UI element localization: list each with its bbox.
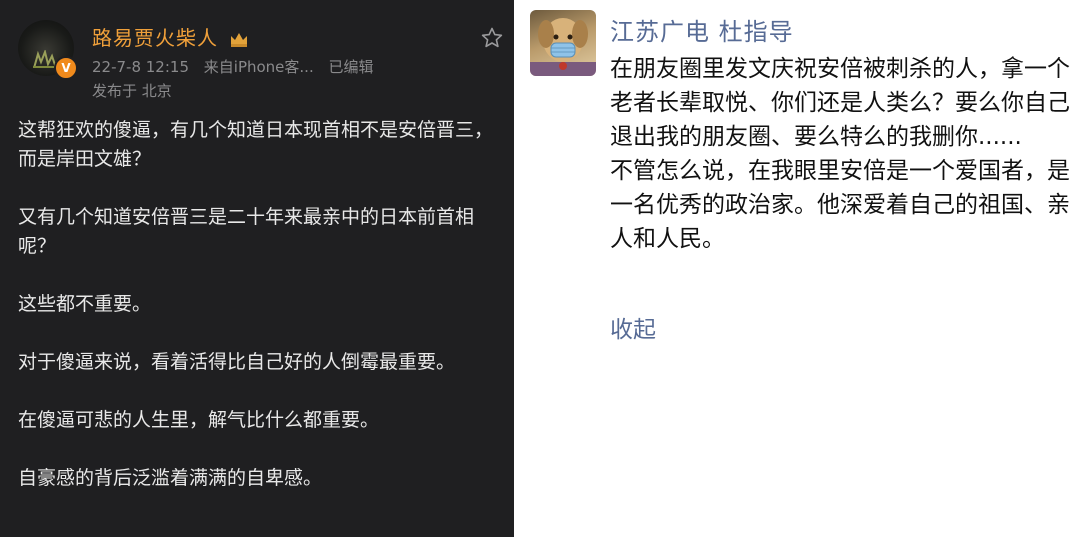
username-text[interactable]: 路易贾火柴人: [92, 26, 218, 50]
crown-icon: [231, 33, 248, 47]
post-paragraph: 在傻逼可悲的人生里，解气比什么都重要。: [18, 409, 380, 431]
moments-post: 江苏广电 杜指导 在朋友圈里发文庆祝安倍被刺杀的人，拿一个老者长辈取悦、你们还是…: [514, 0, 1080, 537]
post-paragraph: 这帮狂欢的傻逼，有几个知道日本现首相不是安倍晋三，而是岸田文雄？: [18, 119, 494, 170]
post-paragraph: 自豪感的背后泛滥着满满的自卑感。: [18, 467, 323, 489]
post-paragraph: 在朋友圈里发文庆祝安倍被刺杀的人，拿一个老者长辈取悦、你们还是人类么？要么你自己…: [610, 56, 1070, 150]
username[interactable]: 路易贾火柴人: [92, 22, 249, 51]
post-paragraph: 不管怎么说，在我眼里安倍是一个爱国者，是一名优秀的政治家。他深爱着自己的祖国、亲…: [610, 158, 1070, 252]
post-paragraph: 又有几个知道安倍晋三是二十年来最亲中的日本前首相呢？: [18, 206, 475, 257]
post-time: 22-7-8 12:15: [92, 58, 189, 76]
avatar[interactable]: [530, 10, 596, 76]
screenshot-composite: V 路易贾火柴人 22-7-8 12:15 来自iPhone客... 已编辑 发…: [0, 0, 1080, 537]
post-source: 来自iPhone客...: [203, 58, 314, 76]
collapse-link[interactable]: 收起: [610, 310, 656, 344]
post-paragraph: 这些都不重要。: [18, 293, 152, 315]
post-meta: 22-7-8 12:15 来自iPhone客... 已编辑: [92, 56, 384, 77]
username[interactable]: 江苏广电 杜指导: [610, 12, 794, 47]
post-location: 发布于 北京: [92, 82, 172, 100]
edited-label[interactable]: 已编辑: [329, 58, 374, 76]
dog-image: [530, 18, 596, 76]
weibo-post: V 路易贾火柴人 22-7-8 12:15 来自iPhone客... 已编辑 发…: [0, 0, 514, 537]
verified-icon: V: [54, 56, 78, 80]
post-content: 这帮狂欢的傻逼，有几个知道日本现首相不是安倍晋三，而是岸田文雄？ 又有几个知道安…: [18, 116, 498, 522]
star-icon[interactable]: [480, 26, 504, 50]
post-content: 在朋友圈里发文庆祝安倍被刺杀的人，拿一个老者长辈取悦、你们还是人类么？要么你自己…: [610, 52, 1070, 256]
post-paragraph: 对于傻逼来说，看着活得比自己好的人倒霉最重要。: [18, 351, 456, 373]
